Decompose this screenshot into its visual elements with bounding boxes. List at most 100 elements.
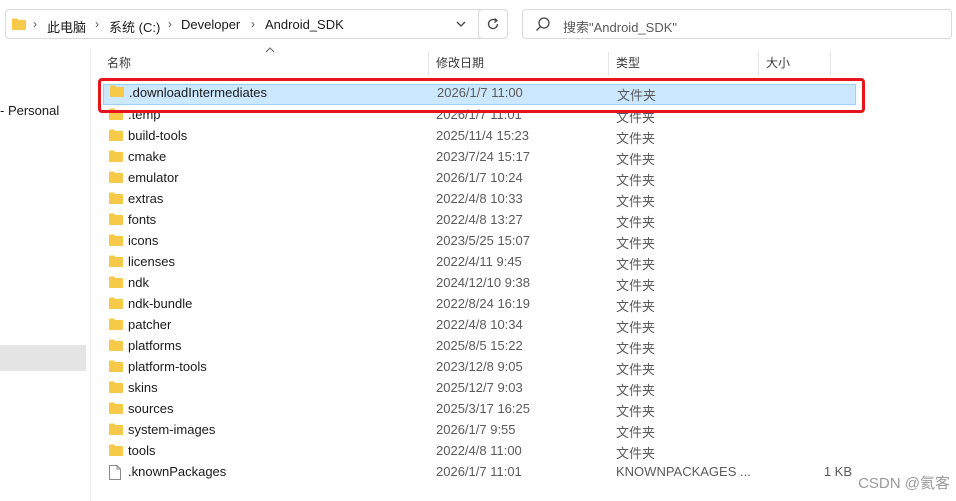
file-row[interactable]: .knownPackages 2026/1/7 11:01 KNOWNPACKAGE…: [100, 462, 860, 483]
file-type: 文件夹: [616, 131, 656, 146]
column-header-name[interactable]: 名称: [107, 52, 131, 74]
file-date: 2025/12/7 9:03: [436, 380, 523, 395]
folder-icon: [109, 360, 123, 375]
file-name: ndk: [128, 275, 149, 290]
address-bar[interactable]: › 此电脑 › 系统 (C:) › Developer › Android_SD…: [5, 9, 506, 39]
chevron-right-icon: ›: [251, 17, 255, 31]
file-type: 文件夹: [616, 152, 656, 167]
file-type: 文件夹: [616, 320, 656, 335]
nav-item-selected[interactable]: [0, 345, 86, 371]
breadcrumb-this-pc[interactable]: 此电脑: [47, 17, 86, 36]
folder-icon: [109, 423, 123, 438]
chevron-down-icon[interactable]: [447, 10, 475, 38]
file-date: 2022/4/11 9:45: [436, 254, 522, 269]
column-header-type[interactable]: 类型: [616, 52, 640, 74]
file-row[interactable]: sources 2025/3/17 16:25 文件夹: [100, 399, 860, 420]
refresh-icon: [487, 17, 499, 30]
file-type: 文件夹: [616, 404, 656, 419]
file-type: 文件夹: [616, 257, 656, 272]
folder-icon: [109, 381, 123, 396]
folder-icon: [109, 129, 123, 144]
file-icon: [109, 465, 121, 483]
file-date: 2025/3/17 16:25: [436, 401, 530, 416]
file-name: extras: [128, 191, 164, 206]
file-row[interactable]: tools 2022/4/8 11:00 文件夹: [100, 441, 860, 462]
file-row[interactable]: system-images 2026/1/7 9:55 文件夹: [100, 420, 860, 441]
watermark: CSDN @氦客: [858, 475, 950, 492]
file-type: 文件夹: [616, 173, 656, 188]
file-date: 2022/4/8 11:00: [436, 443, 522, 458]
search-box[interactable]: 搜索"Android_SDK": [522, 9, 952, 39]
file-row[interactable]: ndk-bundle 2022/8/24 16:19 文件夹: [100, 294, 860, 315]
address-toolbar: › 此电脑 › 系统 (C:) › Developer › Android_SD…: [0, 0, 956, 48]
file-name: fonts: [128, 212, 157, 227]
column-header-size[interactable]: 大小: [766, 52, 790, 74]
file-type: 文件夹: [616, 215, 656, 230]
file-row[interactable]: platform-tools 2023/12/8 9:05 文件夹: [100, 357, 860, 378]
chevron-right-icon: ›: [95, 17, 99, 31]
file-row[interactable]: skins 2025/12/7 9:03 文件夹: [100, 378, 860, 399]
file-size: 1 KB: [823, 464, 852, 479]
file-date: 2024/12/10 9:38: [436, 275, 530, 290]
sort-ascending-icon: [265, 45, 275, 55]
folder-icon: [109, 297, 123, 312]
folder-icon: [109, 234, 123, 249]
breadcrumb-android-sdk[interactable]: Android_SDK: [265, 17, 344, 32]
file-type: 文件夹: [616, 299, 656, 314]
column-divider[interactable]: [608, 52, 609, 76]
file-type: KNOWNPACKAGES ...: [616, 464, 751, 479]
file-date: 2026/1/7 10:24: [436, 170, 523, 185]
file-row[interactable]: cmake 2023/7/24 15:17 文件夹: [100, 147, 860, 168]
file-name: tools: [128, 443, 156, 458]
file-name: sources: [128, 401, 174, 416]
search-icon: [535, 16, 551, 35]
file-row[interactable]: extras 2022/4/8 10:33 文件夹: [100, 189, 860, 210]
file-name: platforms: [128, 338, 182, 353]
file-date: 2025/8/5 15:22: [436, 338, 523, 353]
file-type: 文件夹: [616, 425, 656, 440]
file-name: cmake: [128, 149, 167, 164]
file-date: 2023/7/24 15:17: [436, 149, 530, 164]
column-divider[interactable]: [830, 52, 831, 76]
folder-icon: [109, 213, 123, 228]
file-name: licenses: [128, 254, 175, 269]
column-header-date[interactable]: 修改日期: [436, 52, 484, 74]
file-date: 2022/4/8 13:27: [436, 212, 523, 227]
folder-icon: [109, 171, 123, 186]
file-type: 文件夹: [616, 383, 656, 398]
file-name: ndk-bundle: [128, 296, 193, 311]
file-name: build-tools: [128, 128, 188, 143]
file-date: 2026/1/7 9:55: [436, 422, 516, 437]
folder-icon: [109, 444, 123, 459]
file-row[interactable]: ndk 2024/12/10 9:38 文件夹: [100, 273, 860, 294]
breadcrumb-system-c[interactable]: 系统 (C:): [109, 17, 160, 36]
folder-icon: [109, 339, 123, 354]
folder-icon: [109, 192, 123, 207]
file-row[interactable]: emulator 2026/1/7 10:24 文件夹: [100, 168, 860, 189]
file-row[interactable]: patcher 2022/4/8 10:34 文件夹: [100, 315, 860, 336]
file-date: 2025/11/4 15:23: [436, 128, 530, 143]
file-date: 2022/4/8 10:34: [436, 317, 523, 332]
file-date: 2023/12/8 9:05: [436, 359, 523, 374]
file-row[interactable]: icons 2023/5/25 15:07 文件夹: [100, 231, 860, 252]
file-name: icons: [128, 233, 159, 248]
file-row[interactable]: platforms 2025/8/5 15:22 文件夹: [100, 336, 860, 357]
file-date: 2026/1/7 11:01: [436, 464, 522, 479]
nav-item-personal[interactable]: - Personal: [0, 103, 90, 123]
file-row[interactable]: licenses 2022/4/11 9:45 文件夹: [100, 252, 860, 273]
chevron-right-icon: ›: [168, 17, 172, 31]
file-type: 文件夹: [616, 341, 656, 356]
file-date: 2022/4/8 10:33: [436, 191, 523, 206]
file-type: 文件夹: [616, 278, 656, 293]
file-row[interactable]: fonts 2022/4/8 13:27 文件夹: [100, 210, 860, 231]
refresh-button[interactable]: [478, 9, 508, 39]
breadcrumb-developer[interactable]: Developer: [181, 17, 240, 32]
highlight-box: [98, 78, 865, 113]
column-divider[interactable]: [758, 52, 759, 76]
chevron-right-icon: ›: [33, 17, 37, 31]
folder-icon: [109, 276, 123, 291]
file-row[interactable]: build-tools 2025/11/4 15:23 文件夹: [100, 126, 860, 147]
column-headers: 名称 修改日期 类型 大小: [90, 47, 956, 76]
search-placeholder: 搜索"Android_SDK": [563, 20, 677, 35]
column-divider[interactable]: [428, 52, 429, 76]
